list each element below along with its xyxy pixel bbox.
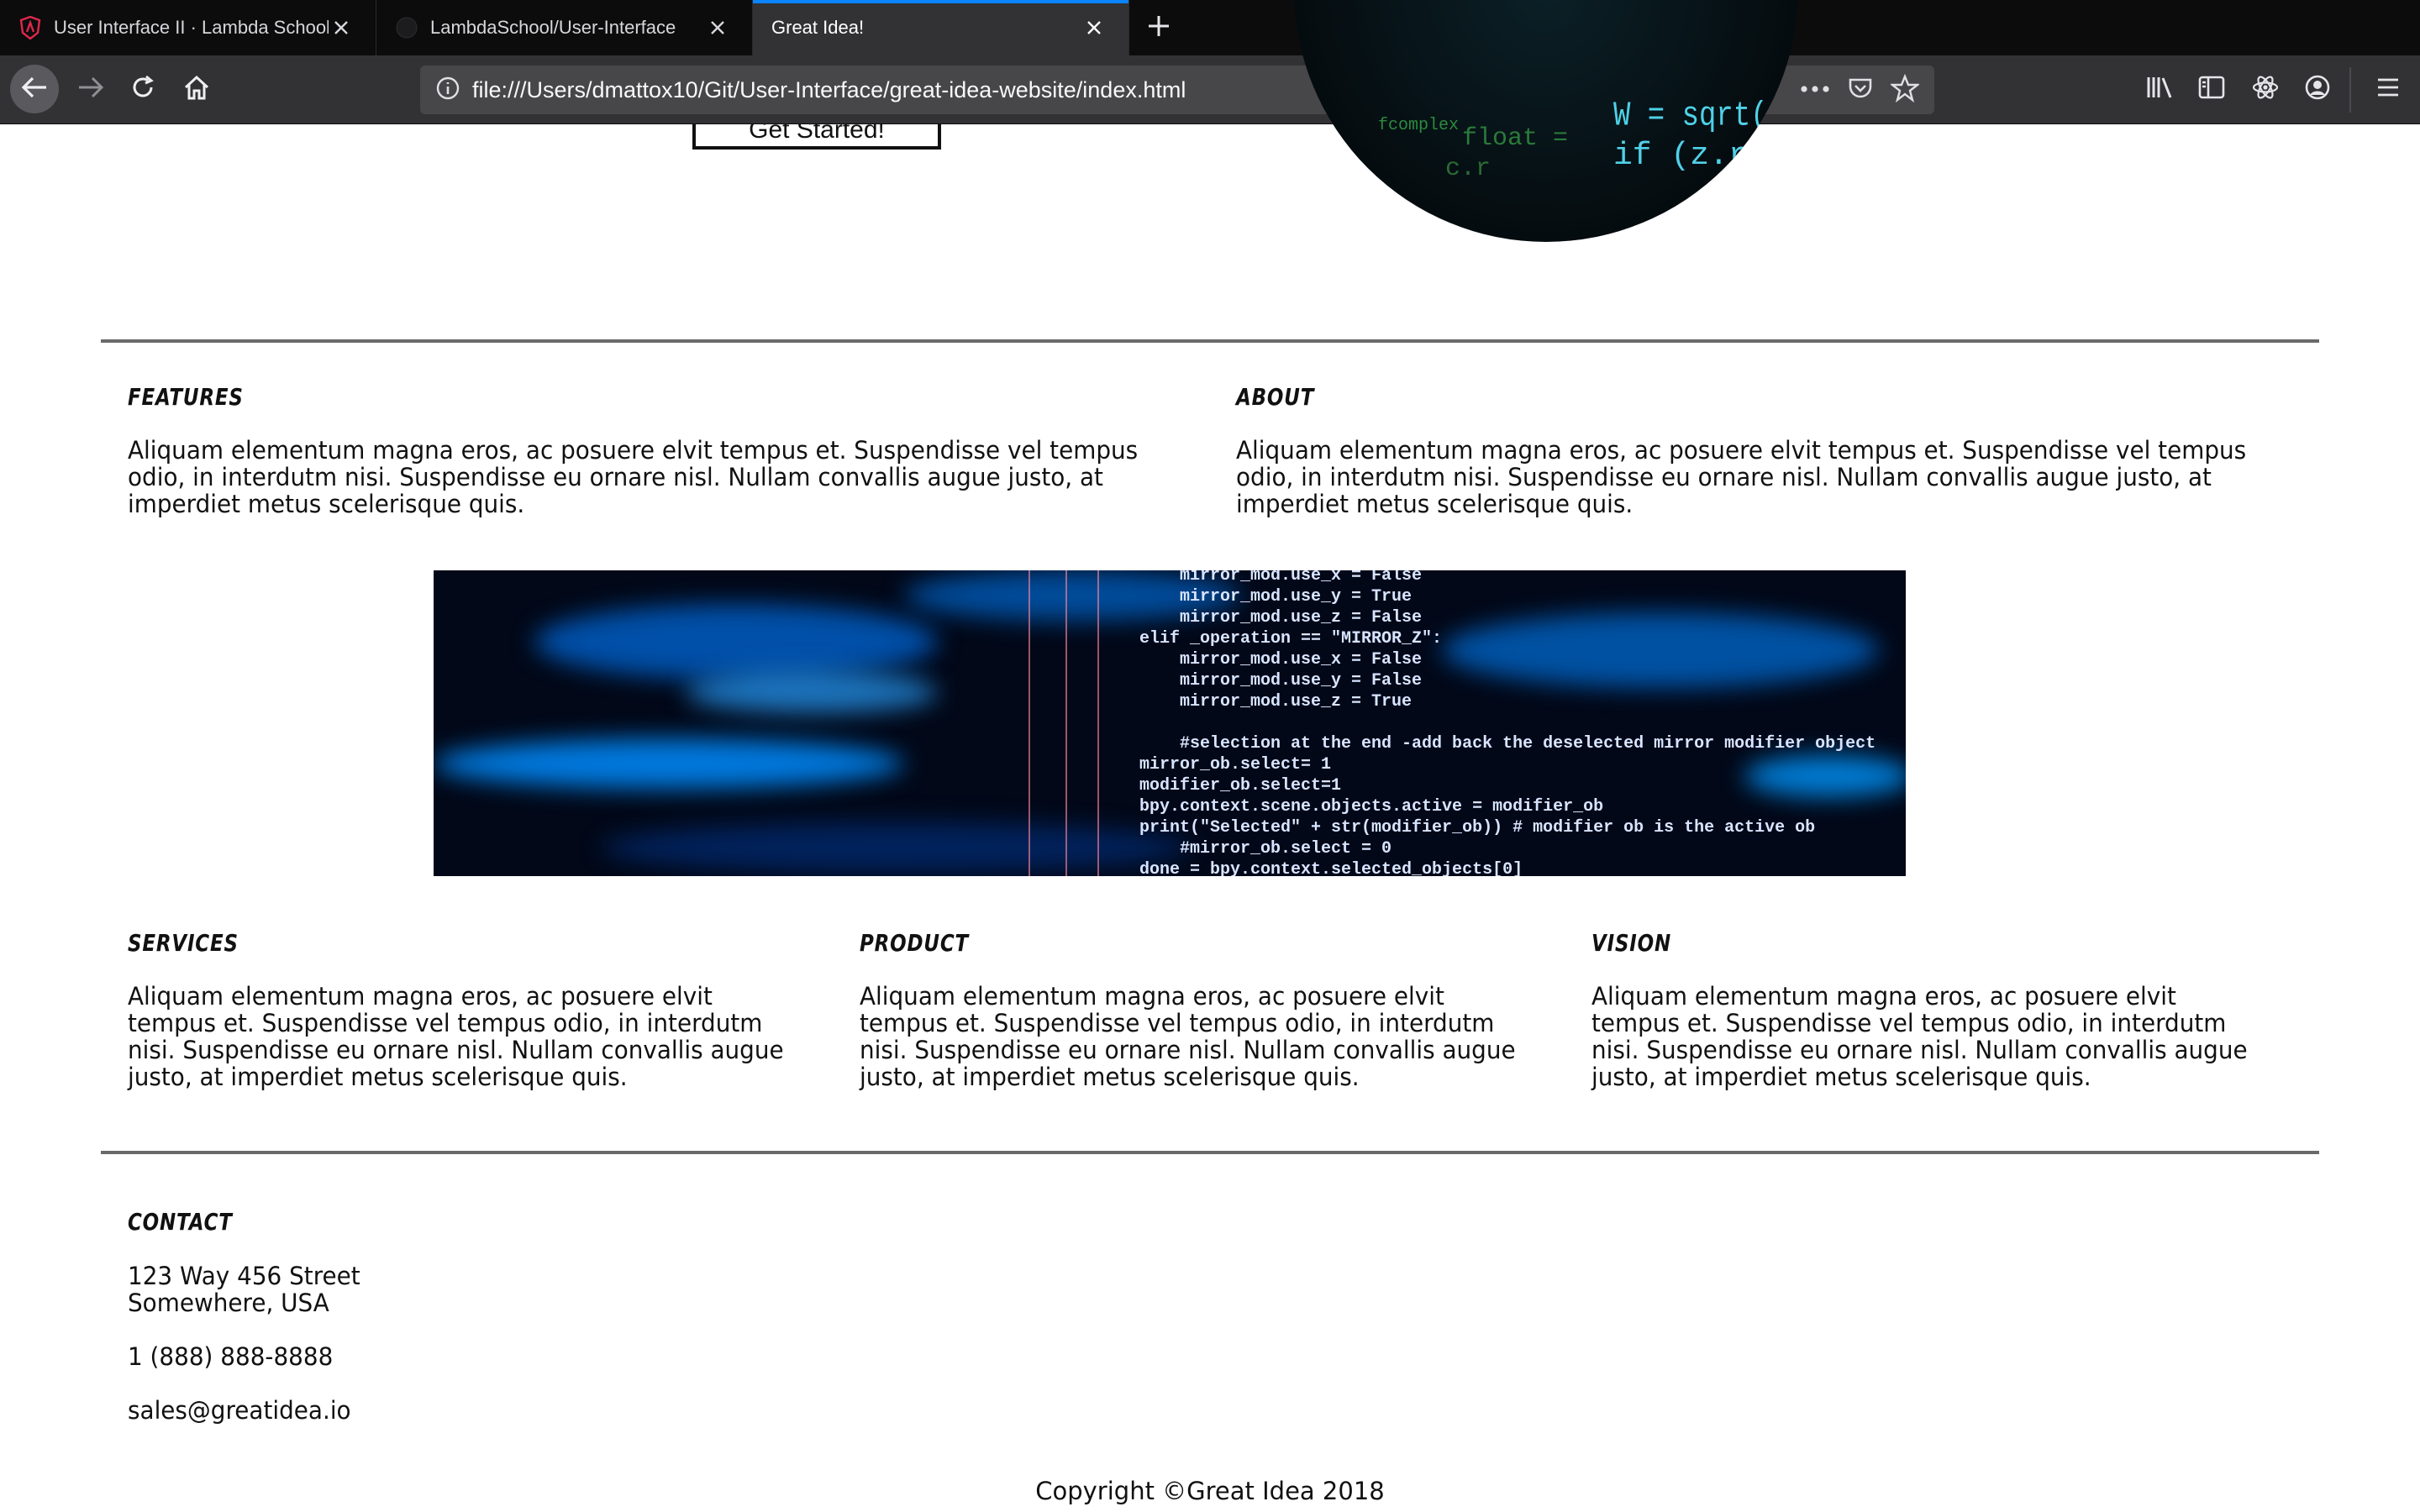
tab-title: Great Idea! (771, 17, 865, 38)
features-heading: Features (128, 383, 244, 411)
product-text: Aliquam elementum magna eros, ac posuere… (860, 982, 1516, 1091)
services-heading: Services (128, 929, 239, 957)
services-text: Aliquam elementum magna eros, ac posuere… (128, 982, 784, 1091)
hero-code-line: if (z.r >= 0.0) (1613, 138, 1798, 174)
email-address: sales@greatidea.io (128, 1396, 351, 1425)
close-tab-icon[interactable] (1081, 15, 1107, 40)
close-tab-icon[interactable] (329, 15, 354, 40)
back-button[interactable] (10, 65, 59, 113)
arrow-left-icon (20, 75, 49, 104)
forward-button[interactable] (67, 66, 114, 113)
phone-number: 1 (888) 888-8888 (128, 1342, 334, 1371)
bookmark-star-icon[interactable] (1889, 73, 1921, 107)
info-icon[interactable] (435, 76, 460, 105)
tab-great-idea[interactable]: Great Idea! (753, 0, 1129, 55)
hamburger-menu-icon (2375, 76, 2401, 102)
get-started-button[interactable]: Get Started! (692, 124, 941, 150)
tab-github[interactable]: LambdaSchool/User-Interface (376, 0, 753, 55)
menu-button[interactable] (2368, 69, 2408, 109)
page-viewport: Get Started! fcomplex W = sqrt(sq float … (0, 0, 2420, 1512)
hero-code-image: fcomplex W = sqrt(sq float = if (z.r >= … (1294, 0, 1798, 242)
pocket-icon[interactable] (1847, 75, 1874, 106)
account-icon (2303, 73, 2332, 106)
home-icon (182, 74, 211, 105)
arrow-right-icon (76, 75, 105, 104)
reload-icon (129, 74, 156, 105)
hero-code-line: W = sqrt(sq (1613, 97, 1798, 136)
plus-icon (1147, 14, 1171, 42)
about-heading: About (1236, 383, 1315, 411)
library-button[interactable] (2139, 69, 2180, 109)
code-banner-image: mirror_mod.use_x = False mirror_mod.use_… (434, 570, 1906, 876)
tab-strip: User Interface II · Lambda School Lambda… (0, 0, 2420, 55)
section-divider (101, 339, 2319, 343)
close-tab-icon[interactable] (705, 15, 730, 40)
page-actions-menu-icon[interactable] (1800, 82, 1830, 97)
address-line-1: 123 Way 456 Street (128, 1262, 360, 1290)
tab-title: User Interface II · Lambda School (54, 17, 329, 38)
get-started-label: Get Started! (749, 124, 885, 144)
hero-code-line: c.r (1445, 155, 1491, 183)
home-button[interactable] (173, 66, 220, 113)
react-devtools-button[interactable] (2245, 69, 2286, 109)
react-atom-icon (2251, 73, 2280, 106)
features-text: Aliquam elementum magna eros, ac posuere… (128, 436, 1139, 518)
address-line-2: Somewhere, USA (128, 1289, 329, 1317)
banner-code-text: mirror_mod.use_x = False mirror_mod.use_… (1139, 570, 1876, 876)
hero-code-line: fcomplex (1378, 116, 1460, 135)
vision-heading: Vision (1591, 929, 1672, 957)
lambda-shield-icon (18, 16, 42, 39)
section-divider (101, 1151, 2319, 1154)
reload-button[interactable] (119, 66, 166, 113)
new-tab-button[interactable] (1129, 0, 1188, 55)
tab-title: LambdaSchool/User-Interface (430, 17, 676, 38)
contact-heading: Contact (128, 1208, 233, 1236)
library-icon (2145, 75, 2174, 104)
about-text: Aliquam elementum magna eros, ac posuere… (1236, 436, 2247, 518)
github-icon (395, 16, 418, 39)
sidebar-button[interactable] (2191, 69, 2232, 109)
tab-lambda-school[interactable]: User Interface II · Lambda School (0, 0, 376, 55)
vision-text: Aliquam elementum magna eros, ac posuere… (1591, 982, 2248, 1091)
product-heading: Product (860, 929, 969, 957)
account-button[interactable] (2297, 69, 2338, 109)
copyright-text: Copyright ©Great Idea 2018 (1035, 1477, 1385, 1505)
toolbar-separator (2349, 67, 2351, 113)
hero-code-line: float = (1462, 124, 1569, 153)
navigation-toolbar: file:///Users/dmattox10/Git/User-Interfa… (0, 55, 2420, 124)
sidebar-icon (2197, 75, 2226, 104)
